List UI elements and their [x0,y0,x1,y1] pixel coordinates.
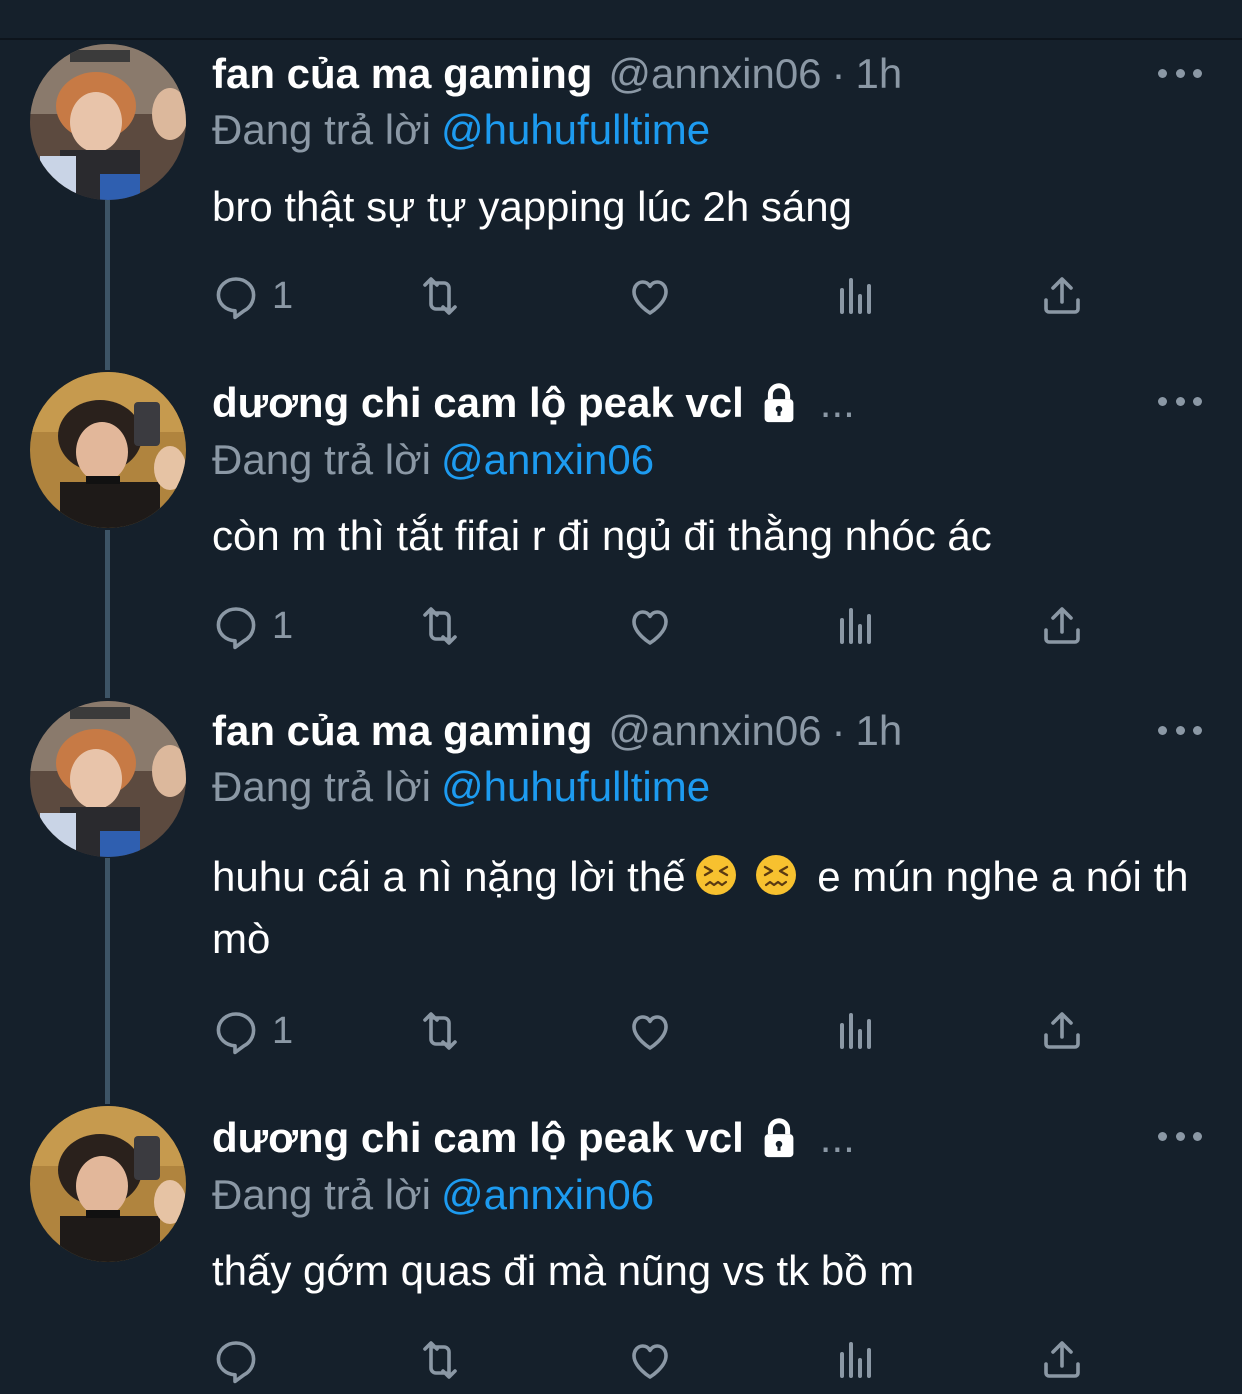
lock-icon [764,1118,794,1158]
share-button[interactable] [1038,1330,1086,1390]
truncation-ellipsis: ... [819,1114,855,1161]
display-name[interactable]: dương chi cam lộ peak vcl [212,1114,744,1162]
tweet-header: dương chi cam lộ peak vcl ... [212,1110,855,1166]
share-icon [1044,1341,1080,1378]
action-bar [212,1330,1112,1390]
reply-button[interactable] [212,1330,272,1390]
like-icon [632,1344,668,1379]
tweet[interactable]: dương chi cam lộ peak vcl ... Đang trả l… [0,0,1242,1394]
analytics-icon [840,1342,871,1378]
replying-to: Đang trả lời @annxin06 [212,1171,654,1219]
analytics-button[interactable] [832,1330,880,1390]
retweet-icon [423,1341,457,1379]
retweet-button[interactable] [416,1330,464,1390]
mention-link[interactable]: @annxin06 [441,1171,654,1218]
replying-prefix: Đang trả lời [212,1171,431,1218]
reply-icon [216,1341,256,1384]
like-button[interactable] [626,1330,674,1390]
tweet-text: thấy gớm quas đi mà nũng vs tk bồ m [212,1247,915,1294]
more-icon[interactable] [1158,1126,1202,1146]
avatar[interactable] [30,1106,186,1262]
